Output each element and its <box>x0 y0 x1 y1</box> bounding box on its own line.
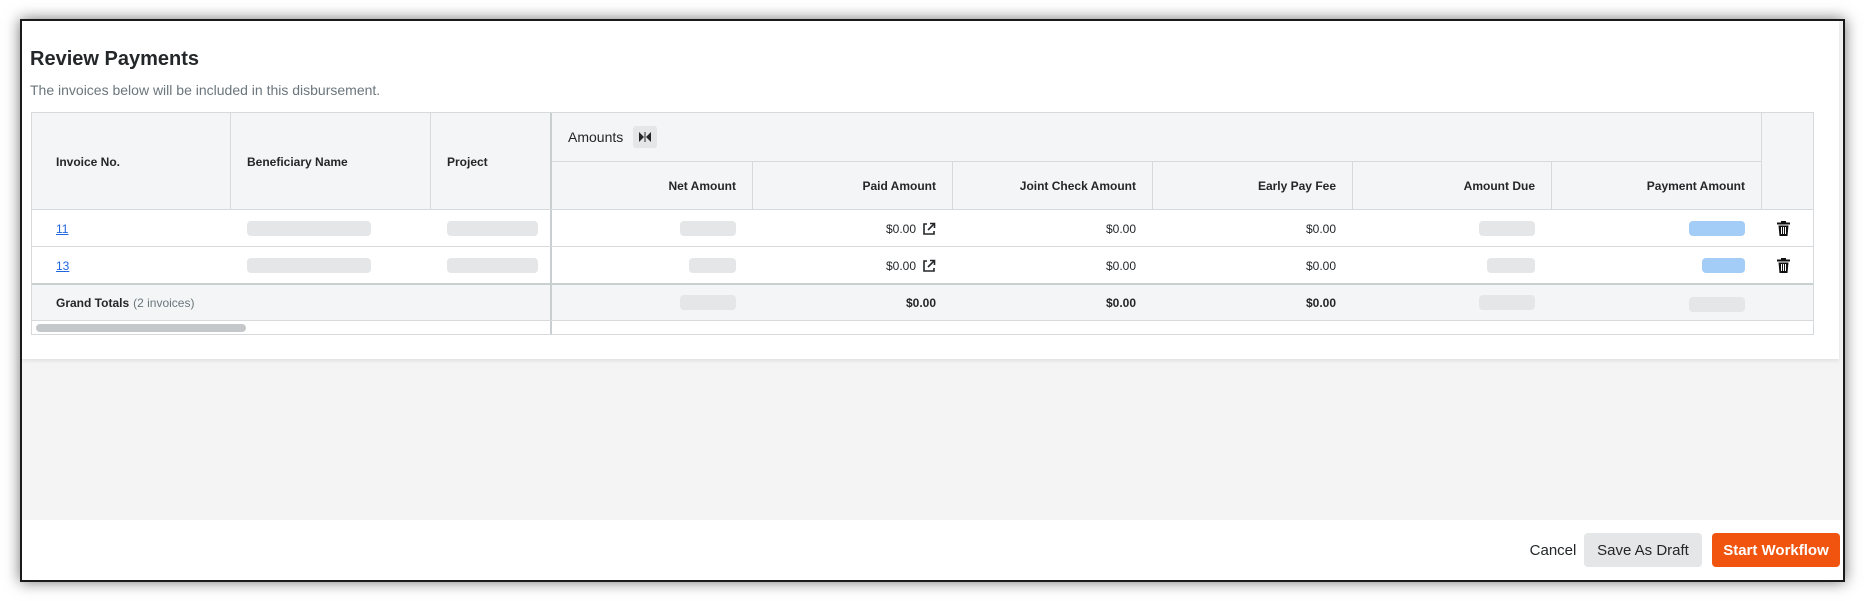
table-row: 13 <box>56 247 226 284</box>
modal-window: Review Payments The invoices below will … <box>20 19 1845 582</box>
grand-totals-label: Grand Totals (2 invoices) <box>56 284 356 321</box>
column-header-payment-amount[interactable]: Payment Amount <box>1551 162 1761 210</box>
paid-amount-cell: $0.00 <box>752 210 952 247</box>
invoice-link[interactable]: 11 <box>56 222 68 236</box>
total-early-pay-fee: $0.00 <box>1305 295 1336 310</box>
early-pay-fee-cell: $0.00 <box>1305 221 1336 236</box>
paid-amount-value: $0.00 <box>885 258 916 273</box>
amount-due-cell <box>1352 210 1551 247</box>
external-link-icon[interactable] <box>922 259 936 273</box>
invoice-count: (2 invoices) <box>133 295 195 310</box>
column-header-early-pay-fee[interactable]: Early Pay Fee <box>1152 162 1352 210</box>
column-header-paid-amount[interactable]: Paid Amount <box>752 162 952 210</box>
external-link-icon[interactable] <box>922 222 936 236</box>
column-group-amounts-label: Amounts <box>568 129 624 145</box>
start-workflow-button[interactable]: Start Workflow <box>1712 533 1840 567</box>
joint-check-cell: $0.00 <box>1105 258 1136 273</box>
net-amount-cell <box>552 247 752 284</box>
column-group-amounts: Amounts <box>552 113 1761 161</box>
table-row: 11 <box>56 210 226 247</box>
save-as-draft-button[interactable]: Save As Draft <box>1584 533 1702 567</box>
beneficiary-cell <box>247 210 427 247</box>
beneficiary-cell <box>247 247 427 284</box>
total-payment-amount <box>1551 284 1761 321</box>
cancel-button[interactable]: Cancel <box>1512 533 1594 567</box>
paid-amount-cell: $0.00 <box>752 247 952 284</box>
column-header-joint-check[interactable]: Joint Check Amount <box>952 162 1152 210</box>
payments-table: Invoice No. Beneficiary Name Project Amo… <box>31 112 1814 335</box>
collapse-columns-icon[interactable] <box>633 126 658 148</box>
horizontal-scrollbar[interactable] <box>36 324 246 332</box>
column-header-beneficiary[interactable]: Beneficiary Name <box>247 113 427 210</box>
column-header-project[interactable]: Project <box>447 113 547 210</box>
total-amount-due <box>1352 284 1551 321</box>
amount-due-cell <box>1352 247 1551 284</box>
project-cell <box>447 247 547 284</box>
project-cell <box>447 210 547 247</box>
total-joint-check: $0.00 <box>1105 295 1136 310</box>
page-subtitle: The invoices below will be included in t… <box>30 82 381 98</box>
invoice-link[interactable]: 13 <box>56 259 69 273</box>
review-payments-panel: Review Payments The invoices below will … <box>22 21 1839 359</box>
joint-check-cell: $0.00 <box>1105 221 1136 236</box>
column-header-invoice-no[interactable]: Invoice No. <box>56 113 226 210</box>
paid-amount-value: $0.00 <box>885 221 916 236</box>
page-title: Review Payments <box>30 48 199 70</box>
grand-totals-text: Grand Totals <box>56 295 130 310</box>
net-amount-cell <box>552 210 752 247</box>
payment-amount-cell[interactable] <box>1551 210 1761 247</box>
total-net-amount <box>552 284 752 321</box>
modal-footer: Cancel Save As Draft Start Workflow <box>22 520 1843 580</box>
payment-amount-cell[interactable] <box>1551 247 1761 284</box>
total-paid-amount: $0.00 <box>905 295 936 310</box>
trash-icon[interactable] <box>1777 210 1807 247</box>
trash-icon[interactable] <box>1777 247 1807 284</box>
column-header-net-amount[interactable]: Net Amount <box>552 162 752 210</box>
column-header-amount-due[interactable]: Amount Due <box>1352 162 1551 210</box>
early-pay-fee-cell: $0.00 <box>1305 258 1336 273</box>
